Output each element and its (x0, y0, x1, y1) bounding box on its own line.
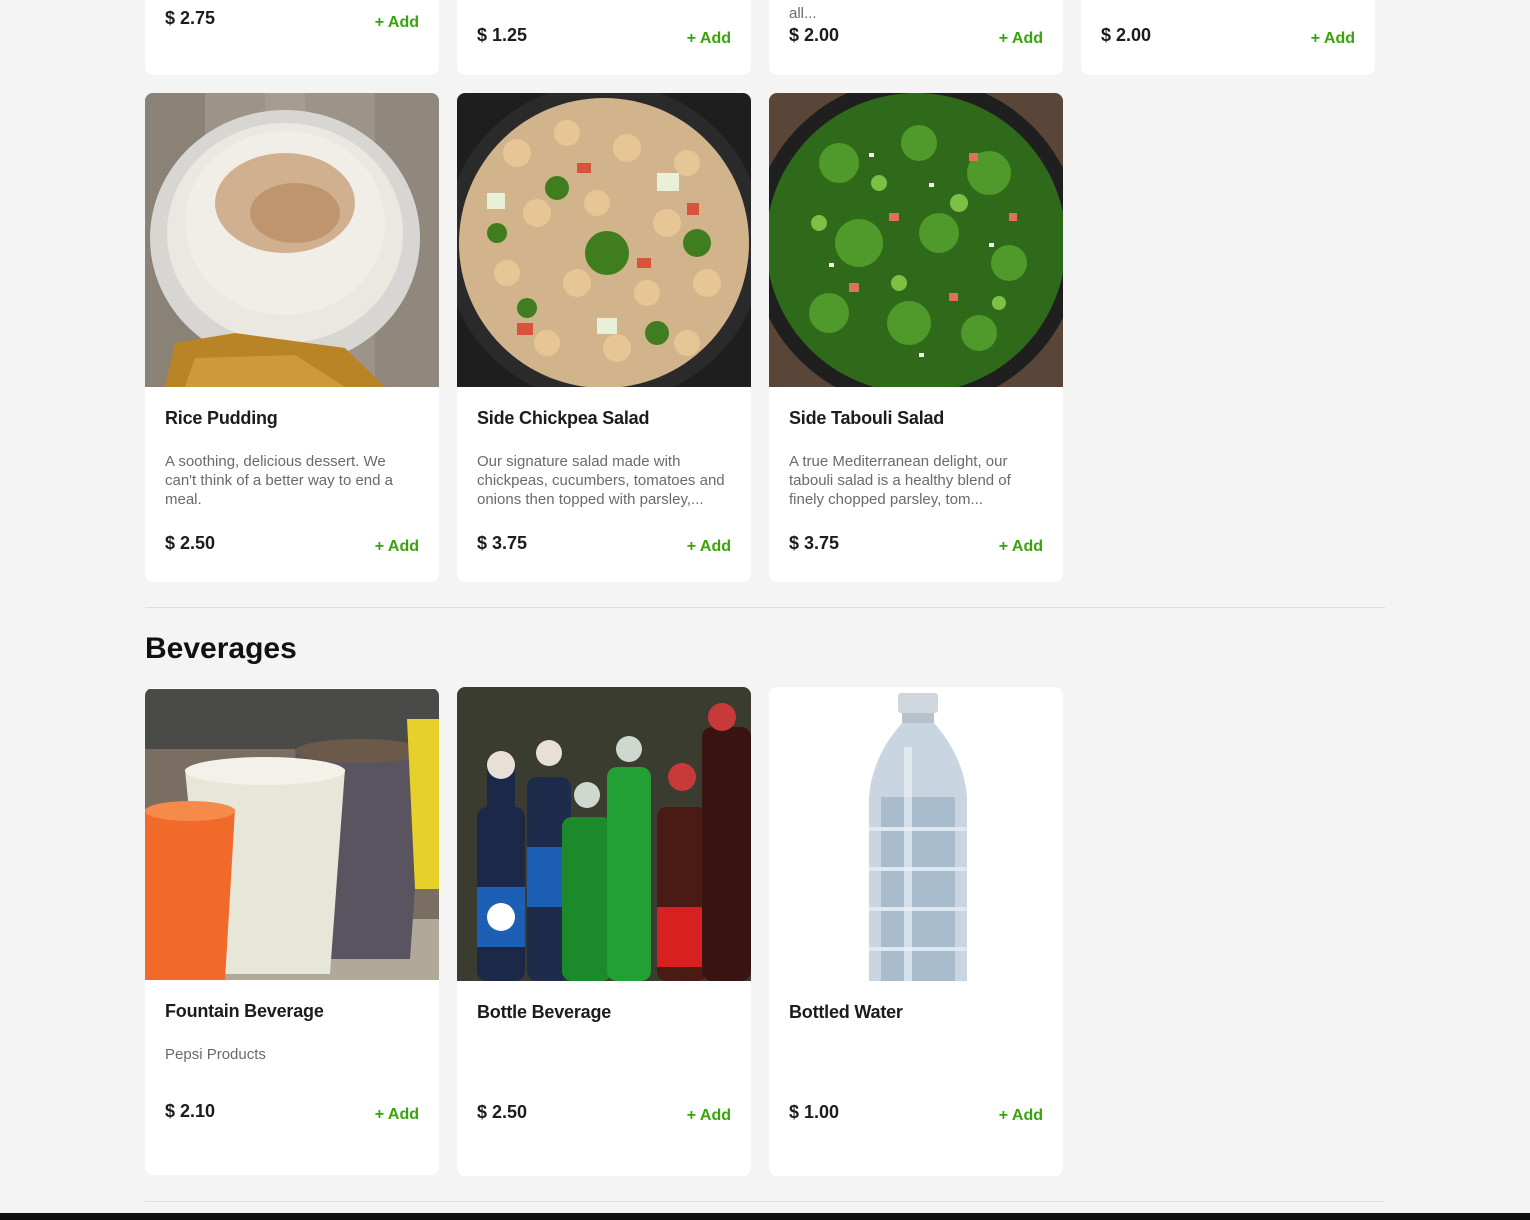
rice-pudding-photo (145, 93, 439, 387)
menu-card-bottled-water[interactable]: Bottled Water $ 1.00 + Add (769, 687, 1063, 1176)
item-price: $ 3.75 (477, 533, 528, 553)
add-button[interactable]: + Add (687, 1107, 731, 1125)
add-button[interactable]: + Add (1311, 30, 1355, 48)
menu-card[interactable]: $ 2.75 + Add (145, 0, 439, 75)
glass-bottles-photo (457, 687, 751, 981)
item-price: $ 2.10 (165, 1101, 216, 1121)
item-price: $ 1.25 (477, 25, 528, 45)
item-name: Bottled Water (789, 1002, 903, 1022)
add-button[interactable]: + Add (375, 14, 419, 32)
section-title-beverages: Beverages (145, 632, 297, 665)
menu-card-bottle-beverage[interactable]: Bottle Beverage $ 2.50 + Add (457, 687, 751, 1176)
section-divider (145, 607, 1385, 608)
item-description: all... (789, 5, 817, 22)
item-price: $ 2.00 (789, 25, 840, 45)
item-price: $ 3.75 (789, 533, 840, 553)
add-button[interactable]: + Add (999, 538, 1043, 556)
item-name: Side Tabouli Salad (789, 408, 945, 428)
footer-bar (0, 1213, 1530, 1220)
add-button[interactable]: + Add (687, 538, 731, 556)
section-divider (145, 1201, 1385, 1202)
item-price: $ 2.75 (165, 8, 216, 28)
menu-card-tabouli-salad[interactable]: Side Tabouli Salad A true Mediterranean … (769, 93, 1063, 582)
item-name: Bottle Beverage (477, 1002, 612, 1022)
item-description: Pepsi Products (165, 1046, 266, 1063)
menu-card[interactable]: all... $ 2.00 + Add (769, 0, 1063, 75)
menu-card-chickpea-salad[interactable]: Side Chickpea Salad Our signature salad … (457, 93, 751, 582)
menu-card-fountain-beverage[interactable]: Fountain Beverage Pepsi Products $ 2.10 … (145, 688, 439, 1175)
item-description: A true Mediterranean delight, our taboul… (789, 453, 1011, 508)
menu-card[interactable]: $ 1.25 + Add (457, 0, 751, 75)
water-bottle-photo (769, 687, 1063, 981)
menu-card[interactable]: $ 2.00 + Add (1081, 0, 1375, 75)
item-price: $ 2.50 (477, 1102, 528, 1122)
item-name: Fountain Beverage (165, 1001, 324, 1021)
item-price: $ 1.00 (789, 1102, 840, 1122)
add-button[interactable]: + Add (999, 30, 1043, 48)
add-button[interactable]: + Add (687, 30, 731, 48)
add-button[interactable]: + Add (375, 538, 419, 556)
item-description: Our signature salad made with chickpeas,… (477, 453, 725, 508)
menu-card-rice-pudding[interactable]: Rice Pudding A soothing, delicious desse… (145, 93, 439, 582)
chickpea-salad-photo (457, 93, 751, 387)
fountain-drinks-photo (145, 688, 439, 980)
item-name: Rice Pudding (165, 408, 278, 428)
item-price: $ 2.50 (165, 533, 216, 553)
item-description: A soothing, delicious dessert. We can't … (165, 453, 394, 508)
item-price: $ 2.00 (1101, 25, 1152, 45)
add-button[interactable]: + Add (375, 1106, 419, 1124)
tabouli-salad-photo (769, 93, 1063, 387)
add-button[interactable]: + Add (999, 1107, 1043, 1125)
item-name: Side Chickpea Salad (477, 408, 650, 428)
